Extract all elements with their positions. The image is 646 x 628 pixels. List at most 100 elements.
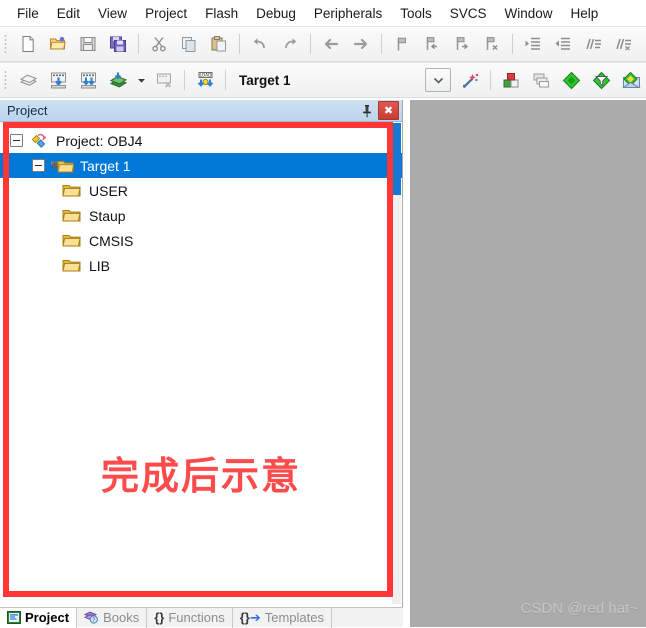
- scrollbar-thumb[interactable]: [392, 123, 401, 195]
- target-selector-value[interactable]: Target 1: [239, 73, 291, 88]
- bookmark-prev-icon[interactable]: [417, 29, 447, 59]
- project-tab-icon: [7, 611, 21, 624]
- tree-item-label: Staup: [89, 207, 126, 224]
- tab-templates[interactable]: {}➔ Templates: [233, 607, 332, 628]
- stop-build-icon[interactable]: [149, 65, 179, 95]
- undo-icon[interactable]: [245, 29, 275, 59]
- tree-item-lib[interactable]: LIB: [0, 253, 402, 278]
- cut-icon[interactable]: [144, 29, 174, 59]
- tree-item-target-1[interactable]: Target 1: [0, 153, 402, 178]
- tree-item-user[interactable]: USER: [0, 178, 402, 203]
- tree-item-label: Target 1: [80, 157, 131, 174]
- target-options-icon[interactable]: [496, 65, 526, 95]
- close-icon[interactable]: ✖: [378, 101, 399, 120]
- toolbar-separator: [239, 34, 240, 54]
- menu-item-peripherals[interactable]: Peripherals: [305, 3, 391, 24]
- manage-components-icon[interactable]: [526, 65, 556, 95]
- file-toolbar: [0, 26, 646, 62]
- batch-build-icon[interactable]: [103, 65, 133, 95]
- annotation-text: 完成后示意: [100, 454, 301, 498]
- tree-item-label: LIB: [89, 257, 111, 274]
- books-icon: ?: [84, 611, 98, 624]
- indent-right-icon[interactable]: [518, 29, 548, 59]
- magic-wand-icon[interactable]: [455, 65, 485, 95]
- bookmark-clear-icon[interactable]: [477, 29, 507, 59]
- bookmark-next-icon[interactable]: [447, 29, 477, 59]
- expander-toggle[interactable]: [32, 159, 45, 172]
- project-panel-header: Project ✖: [0, 100, 402, 122]
- tree-vertical-scrollbar[interactable]: [392, 123, 401, 604]
- download-icon[interactable]: LOAD: [190, 65, 220, 95]
- toolbar-separator: [184, 70, 185, 90]
- toolbar-separator: [490, 70, 491, 90]
- tab-project[interactable]: Project: [0, 607, 78, 628]
- menu-item-file[interactable]: File: [8, 3, 48, 24]
- folder-icon: [62, 260, 81, 272]
- green-diamond-icon[interactable]: [556, 65, 586, 95]
- svg-text:LOAD: LOAD: [199, 72, 212, 78]
- tab-label: Books: [103, 610, 140, 625]
- pushpin-icon[interactable]: [358, 102, 376, 119]
- filter-diamond-icon[interactable]: [586, 65, 616, 95]
- menu-item-svcs[interactable]: SVCS: [441, 3, 496, 24]
- templates-icon: {}➔: [239, 609, 261, 625]
- menu-item-view[interactable]: View: [89, 3, 136, 24]
- tree-item-cmsis[interactable]: CMSIS: [0, 228, 402, 253]
- menu-item-project[interactable]: Project: [136, 3, 196, 24]
- new-file-icon[interactable]: [13, 29, 43, 59]
- tree-item-label: USER: [89, 182, 128, 199]
- back-arrow-icon[interactable]: [316, 29, 346, 59]
- tree-item-label: CMSIS: [89, 232, 134, 249]
- uncomment-icon[interactable]: [608, 29, 638, 59]
- main-body: CSDN @red hat~ Project ✖ Project: OBJ4 T…: [0, 100, 646, 628]
- build-toolbar: LOAD Target 1: [0, 62, 646, 98]
- batch-build-dropdown-icon[interactable]: [133, 65, 149, 95]
- paste-icon[interactable]: [204, 29, 234, 59]
- toolbar-separator: [138, 34, 139, 54]
- menu-item-edit[interactable]: Edit: [48, 3, 89, 24]
- comment-icon[interactable]: [578, 29, 608, 59]
- indent-left-icon[interactable]: [548, 29, 578, 59]
- functions-icon: {}: [154, 610, 165, 625]
- svg-text:?: ?: [92, 618, 95, 624]
- open-folder-icon[interactable]: [43, 29, 73, 59]
- menu-item-window[interactable]: Window: [495, 3, 561, 24]
- menu-item-debug[interactable]: Debug: [247, 3, 305, 24]
- folder-icon: [62, 185, 81, 197]
- bookmark-icon[interactable]: [387, 29, 417, 59]
- toolbar-separator: [381, 34, 382, 54]
- tree-item-project-root[interactable]: Project: OBJ4: [0, 128, 402, 153]
- forward-arrow-icon[interactable]: [346, 29, 376, 59]
- tab-functions[interactable]: {} Functions: [147, 607, 233, 628]
- target-selector-dropdown[interactable]: [425, 68, 451, 92]
- save-all-icon[interactable]: [103, 29, 133, 59]
- toolbar-grip[interactable]: [2, 33, 10, 55]
- target-folder-icon: [51, 160, 74, 172]
- project-panel: Project ✖ Project: OBJ4 Target 1 USER St…: [0, 100, 403, 628]
- tab-label: Functions: [168, 610, 225, 625]
- tree-item-label: Project: OBJ4: [56, 132, 143, 149]
- editor-area: CSDN @red hat~: [410, 100, 646, 627]
- rebuild-icon[interactable]: [73, 65, 103, 95]
- tab-books[interactable]: ? Books: [77, 607, 148, 628]
- expander-toggle[interactable]: [10, 134, 23, 147]
- redo-icon[interactable]: [275, 29, 305, 59]
- tree-item-staup[interactable]: Staup: [0, 203, 402, 228]
- toolbar-grip[interactable]: [2, 69, 10, 91]
- keil-uvision-window: File Edit View Project Flash Debug Perip…: [0, 0, 646, 628]
- menu-item-tools[interactable]: Tools: [391, 3, 441, 24]
- tab-label: Templates: [264, 610, 324, 625]
- copy-icon[interactable]: [174, 29, 204, 59]
- build-icon[interactable]: [43, 65, 73, 95]
- watermark-text: CSDN @red hat~: [520, 600, 638, 617]
- menu-item-help[interactable]: Help: [562, 3, 608, 24]
- menu-item-flash[interactable]: Flash: [196, 3, 247, 24]
- menu-bar: File Edit View Project Flash Debug Perip…: [0, 0, 646, 26]
- pack-installer-icon[interactable]: [616, 65, 646, 95]
- folder-icon: [62, 235, 81, 247]
- project-panel-title: Project: [7, 103, 48, 118]
- save-icon[interactable]: [73, 29, 103, 59]
- translate-icon[interactable]: [13, 65, 43, 95]
- toolbar-separator: [512, 34, 513, 54]
- project-tree[interactable]: Project: OBJ4 Target 1 USER Staup CMSIS …: [0, 122, 402, 605]
